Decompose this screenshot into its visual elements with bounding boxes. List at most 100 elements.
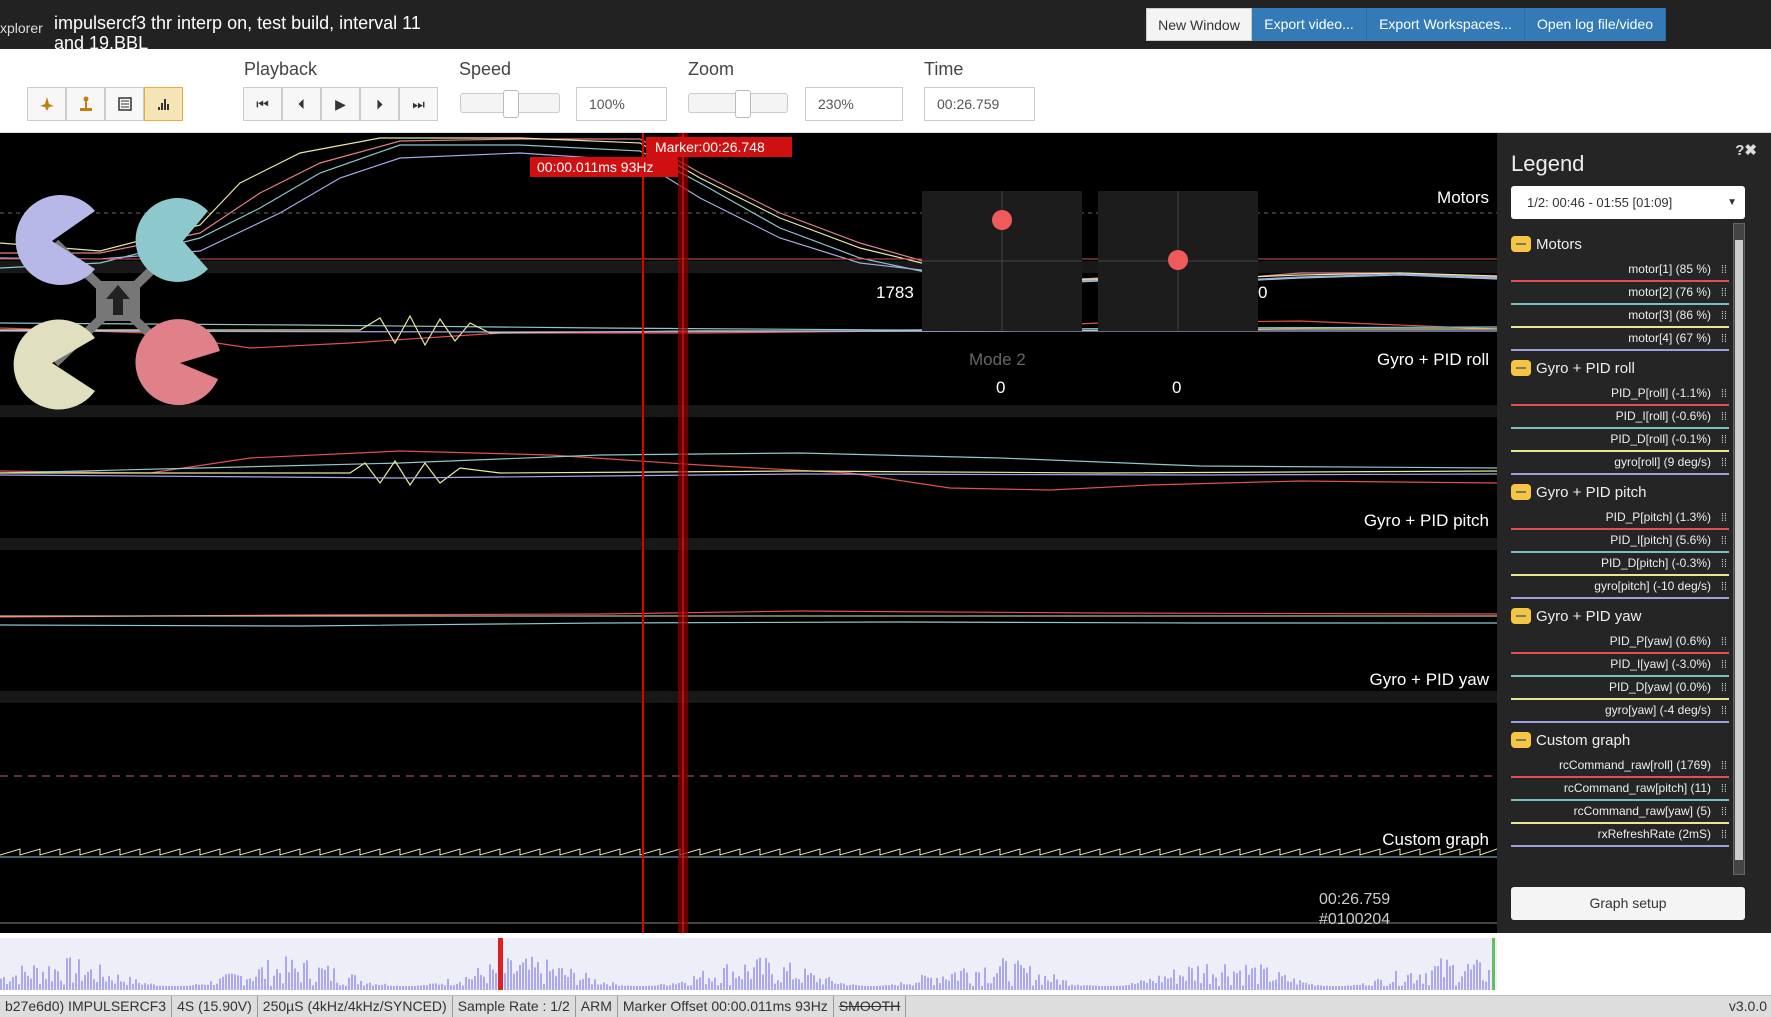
legend-help-close-icon[interactable]: ?✖ [1735,141,1757,159]
seek-bar[interactable] [0,933,1771,995]
collapse-toggle-icon[interactable] [1511,608,1531,624]
time-input[interactable]: 00:26.759 [924,87,1035,121]
legend-group-header[interactable]: Motors [1511,233,1729,255]
legend-scrollbar[interactable] [1733,223,1745,875]
legend-group-header[interactable]: Custom graph [1511,729,1729,751]
analyser-toggle-icon[interactable]: ⁞⁞ [1721,453,1727,473]
legend-item[interactable]: PID_D[yaw] (0.0%) ⁞⁞ [1511,677,1729,700]
speed-input[interactable]: 100% [576,87,667,121]
analyser-icon[interactable] [144,87,183,121]
play-icon[interactable]: ▶ [321,87,360,121]
graph-traces [0,133,1497,933]
sticks-icon[interactable] [66,87,105,121]
status-bar: b27e6d0) IMPULSERCF3 4S (15.90V) 250µS (… [0,995,1771,1017]
legend-item[interactable]: PID_P[roll] (-1.1%) ⁞⁞ [1511,383,1729,406]
zoom-slider[interactable] [688,90,788,118]
analyser-toggle-icon[interactable]: ⁞⁞ [1721,825,1727,845]
legend-item[interactable]: gyro[roll] (9 deg/s) ⁞⁞ [1511,452,1729,475]
analyser-toggle-icon[interactable]: ⁞⁞ [1721,329,1727,349]
legend-item[interactable]: PID_P[pitch] (1.3%) ⁞⁞ [1511,507,1729,530]
pitch-stick-value: 0 [1172,378,1182,397]
chevron-down-icon: ▼ [1727,197,1737,208]
new-window-button[interactable]: New Window [1146,8,1252,41]
zoom-input[interactable]: 230% [805,87,903,121]
analyser-toggle-icon[interactable]: ⁞⁞ [1721,655,1727,675]
analyser-toggle-icon[interactable]: ⁞⁞ [1721,701,1727,721]
export-workspaces-button[interactable]: Export Workspaces... [1367,8,1525,41]
craft-icon[interactable] [27,87,66,121]
analyser-toggle-icon[interactable]: ⁞⁞ [1721,306,1727,326]
legend-item-label: PID_P[pitch] (1.3%) [1605,510,1711,524]
zoom-slider-handle[interactable] [735,90,752,118]
speed-slider[interactable] [460,90,560,118]
analyser-toggle-icon[interactable]: ⁞⁞ [1721,632,1727,652]
table-icon[interactable] [105,87,144,121]
analyser-toggle-icon[interactable]: ⁞⁞ [1721,407,1727,427]
roll-trace [0,330,1497,333]
log-graph-canvas[interactable]: Marker:00:26.748 00:00.011ms 93Hz Motors… [0,133,1497,933]
legend-item[interactable]: PID_P[yaw] (0.6%) ⁞⁞ [1511,631,1729,654]
legend-group: Motors motor[1] (85 %) ⁞⁞ motor[2] (76 %) ⁞⁞… [1511,233,1729,351]
legend-item[interactable]: PID_D[roll] (-0.1%) ⁞⁞ [1511,429,1729,452]
open-log-button[interactable]: Open log file/video [1525,8,1666,41]
legend-group-header[interactable]: Gyro + PID yaw [1511,605,1729,627]
legend-item-label: PID_D[roll] (-0.1%) [1610,432,1711,446]
analyser-toggle-icon[interactable]: ⁞⁞ [1721,260,1727,280]
legend-item[interactable]: PID_I[pitch] (5.6%) ⁞⁞ [1511,530,1729,553]
collapse-toggle-icon[interactable] [1511,360,1531,376]
legend-item[interactable]: PID_D[pitch] (-0.3%) ⁞⁞ [1511,553,1729,576]
legend-item[interactable]: gyro[pitch] (-10 deg/s) ⁞⁞ [1511,576,1729,599]
pitch-trace [0,450,1497,491]
legend-group-header[interactable]: Gyro + PID roll [1511,357,1729,379]
legend-item-label: PID_D[yaw] (0.0%) [1608,680,1711,694]
legend-item-label: PID_I[yaw] (-3.0%) [1610,657,1711,671]
legend-item[interactable]: gyro[yaw] (-4 deg/s) ⁞⁞ [1511,700,1729,723]
legend-item[interactable]: rcCommand_raw[pitch] (11) ⁞⁞ [1511,778,1729,801]
collapse-toggle-icon[interactable] [1511,236,1531,252]
legend-item[interactable]: motor[3] (86 %) ⁞⁞ [1511,305,1729,328]
legend-item[interactable]: motor[2] (76 %) ⁞⁞ [1511,282,1729,305]
app-name: xplorer [0,20,43,36]
export-video-button[interactable]: Export video... [1252,8,1367,41]
analyser-toggle-icon[interactable]: ⁞⁞ [1721,756,1727,776]
analyser-toggle-icon[interactable]: ⁞⁞ [1721,531,1727,551]
skip-to-end-icon[interactable]: ⏭ [399,87,438,121]
speed-slider-handle[interactable] [503,90,519,118]
analyser-toggle-icon[interactable]: ⁞⁞ [1721,678,1727,698]
log-range-select[interactable]: 1/2: 00:46 - 01:55 [01:09] ▼ [1511,186,1745,219]
collapse-toggle-icon[interactable] [1511,732,1531,748]
collapse-toggle-icon[interactable] [1511,484,1531,500]
analyser-toggle-icon[interactable]: ⁞⁞ [1721,508,1727,528]
step-back-icon[interactable]: ⏴ [282,87,321,121]
legend-item-label: motor[1] (85 %) [1628,262,1711,276]
legend-item[interactable]: PID_I[yaw] (-3.0%) ⁞⁞ [1511,654,1729,677]
legend-group: Gyro + PID roll PID_P[roll] (-1.1%) ⁞⁞ PID_… [1511,357,1729,475]
legend-list: Motors motor[1] (85 %) ⁞⁞ motor[2] (76 %) ⁞⁞… [1511,227,1729,877]
analyser-toggle-icon[interactable]: ⁞⁞ [1721,384,1727,404]
analyser-toggle-icon[interactable]: ⁞⁞ [1721,283,1727,303]
analyser-toggle-icon[interactable]: ⁞⁞ [1721,430,1727,450]
legend-scroll-thumb[interactable] [1735,240,1743,860]
legend-group-header[interactable]: Gyro + PID pitch [1511,481,1729,503]
current-frame-readout: #0100204 [1319,911,1391,928]
analyser-toggle-icon[interactable]: ⁞⁞ [1721,779,1727,799]
legend-item-label: PID_I[roll] (-0.6%) [1615,409,1711,423]
legend-item[interactable]: motor[1] (85 %) ⁞⁞ [1511,259,1729,282]
throttle-value: 1783 [876,283,914,302]
analyser-toggle-icon[interactable]: ⁞⁞ [1721,802,1727,822]
status-marker-offset: Marker Offset 00:00.011ms 93Hz [618,996,834,1017]
legend-item[interactable]: rcCommand_raw[yaw] (5) ⁞⁞ [1511,801,1729,824]
log-range-value: 1/2: 00:46 - 01:55 [01:09] [1527,195,1673,210]
graph-label-roll: Gyro + PID roll [1377,350,1489,369]
legend-item[interactable]: rcCommand_raw[roll] (1769) ⁞⁞ [1511,755,1729,778]
skip-to-start-icon[interactable]: ⏮ [243,87,282,121]
legend-item[interactable]: rxRefreshRate (2mS) ⁞⁞ [1511,824,1729,847]
legend-item[interactable]: PID_I[roll] (-0.6%) ⁞⁞ [1511,406,1729,429]
step-forward-icon[interactable]: ⏵ [360,87,399,121]
legend-item[interactable]: motor[4] (67 %) ⁞⁞ [1511,328,1729,351]
status-arm: ARM [576,996,618,1017]
graph-label-yaw: Gyro + PID yaw [1369,670,1489,689]
analyser-toggle-icon[interactable]: ⁞⁞ [1721,554,1727,574]
analyser-toggle-icon[interactable]: ⁞⁞ [1721,577,1727,597]
graph-setup-button[interactable]: Graph setup [1511,887,1745,920]
